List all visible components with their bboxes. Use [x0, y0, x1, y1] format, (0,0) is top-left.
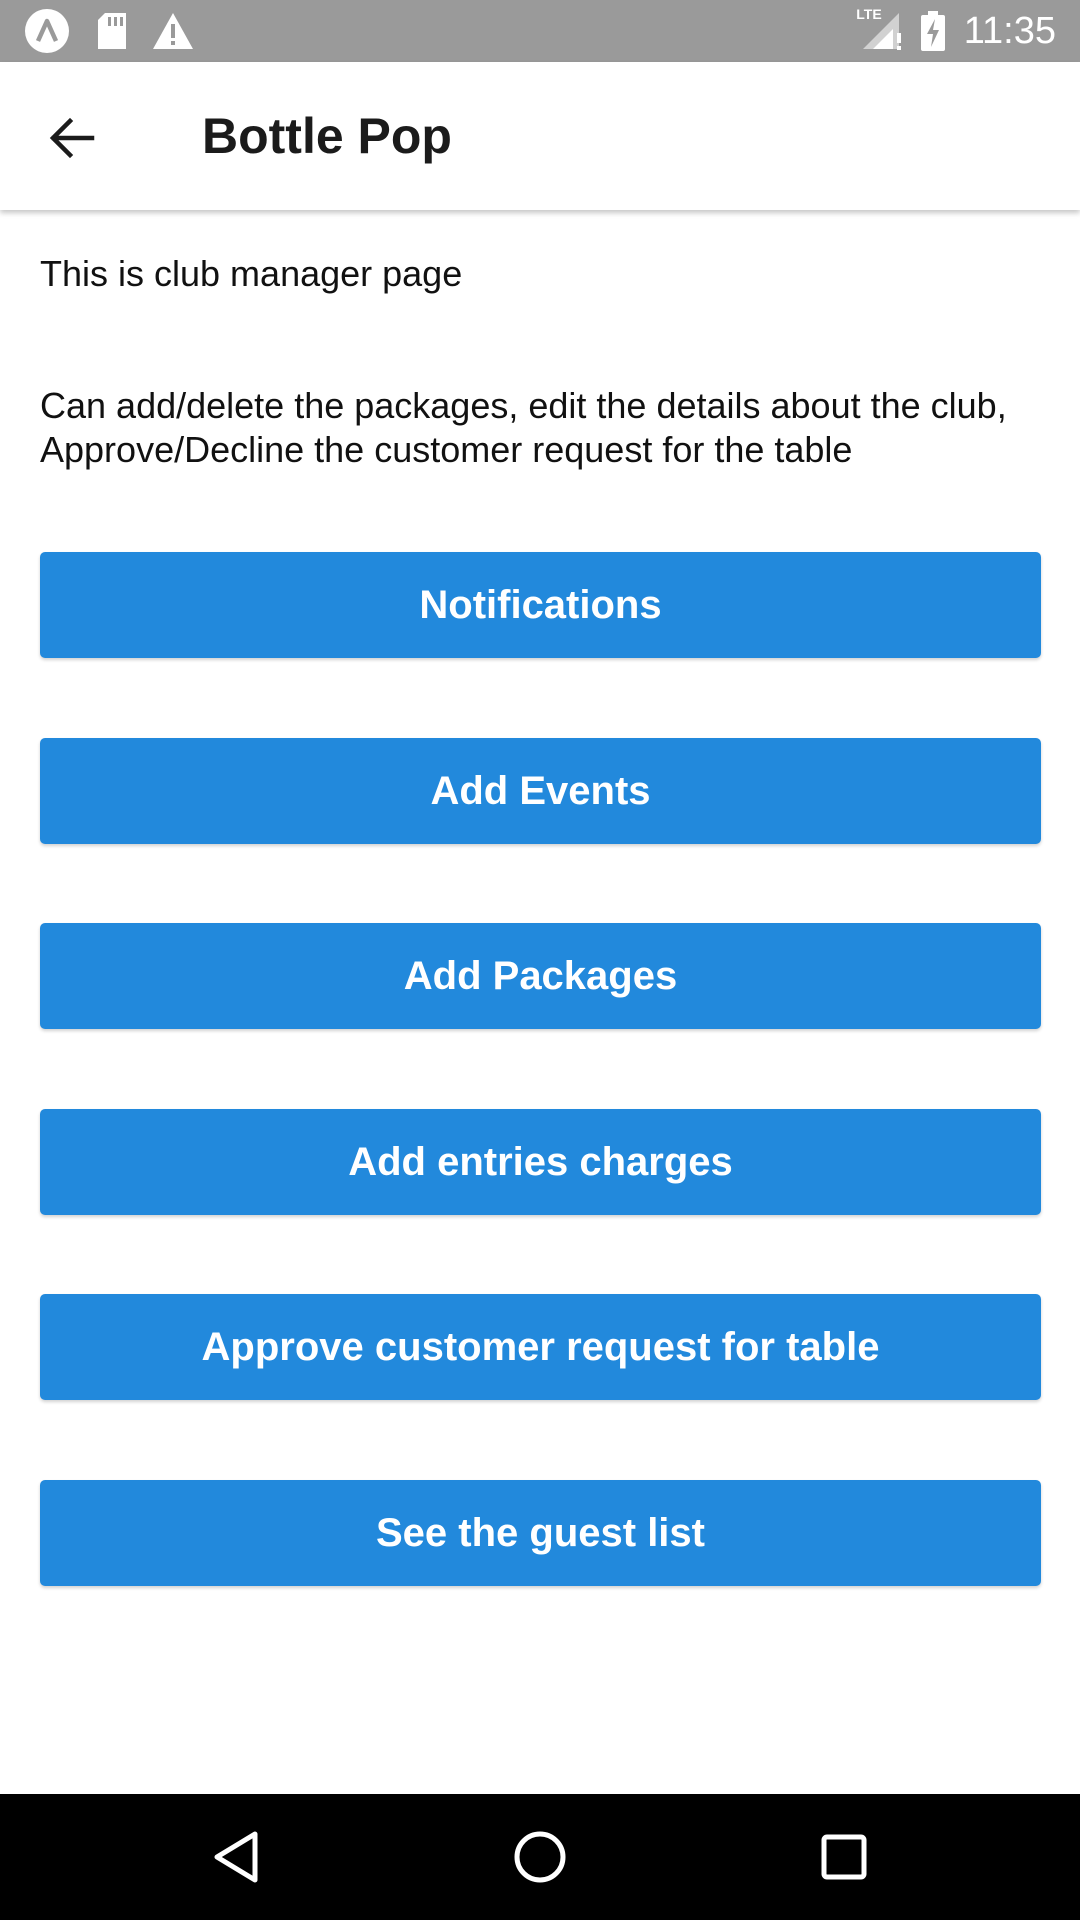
notifications-button[interactable]: Notifications [40, 552, 1041, 658]
navigation-bar [0, 1794, 1080, 1920]
app-bar: Bottle Pop [0, 62, 1080, 210]
arrow-back-icon [49, 117, 95, 159]
warning-icon [150, 0, 196, 62]
home-circle-icon [514, 1831, 566, 1883]
battery-charging-icon [918, 0, 948, 62]
sd-card-icon [92, 0, 132, 62]
nav-back-button[interactable] [191, 1812, 281, 1902]
back-button[interactable] [30, 96, 114, 180]
description-text: Can add/delete the packages, edit the de… [40, 385, 1007, 470]
screen: LTE 11:35 Bottle Pop This is club manage… [0, 0, 1080, 1920]
recents-square-icon [821, 1834, 867, 1880]
add-packages-button[interactable]: Add Packages [40, 923, 1041, 1029]
status-time: 11:35 [963, 10, 1056, 52]
nav-home-button[interactable] [495, 1812, 585, 1902]
app-notification-icon [22, 0, 72, 62]
add-events-button[interactable]: Add Events [40, 738, 1041, 844]
nav-recents-button[interactable] [799, 1812, 889, 1902]
lte-label: LTE [856, 6, 882, 22]
see-guest-list-button[interactable]: See the guest list [40, 1480, 1041, 1586]
add-entries-charges-button[interactable]: Add entries charges [40, 1109, 1041, 1215]
main-content: This is club manager page Can add/delete… [0, 210, 1080, 1794]
approve-table-request-button[interactable]: Approve customer request for table [40, 1294, 1041, 1400]
page-title: Bottle Pop [202, 108, 452, 164]
intro-text: This is club manager page [40, 253, 463, 294]
back-triangle-icon [214, 1831, 258, 1883]
status-bar: LTE 11:35 [0, 0, 1080, 62]
